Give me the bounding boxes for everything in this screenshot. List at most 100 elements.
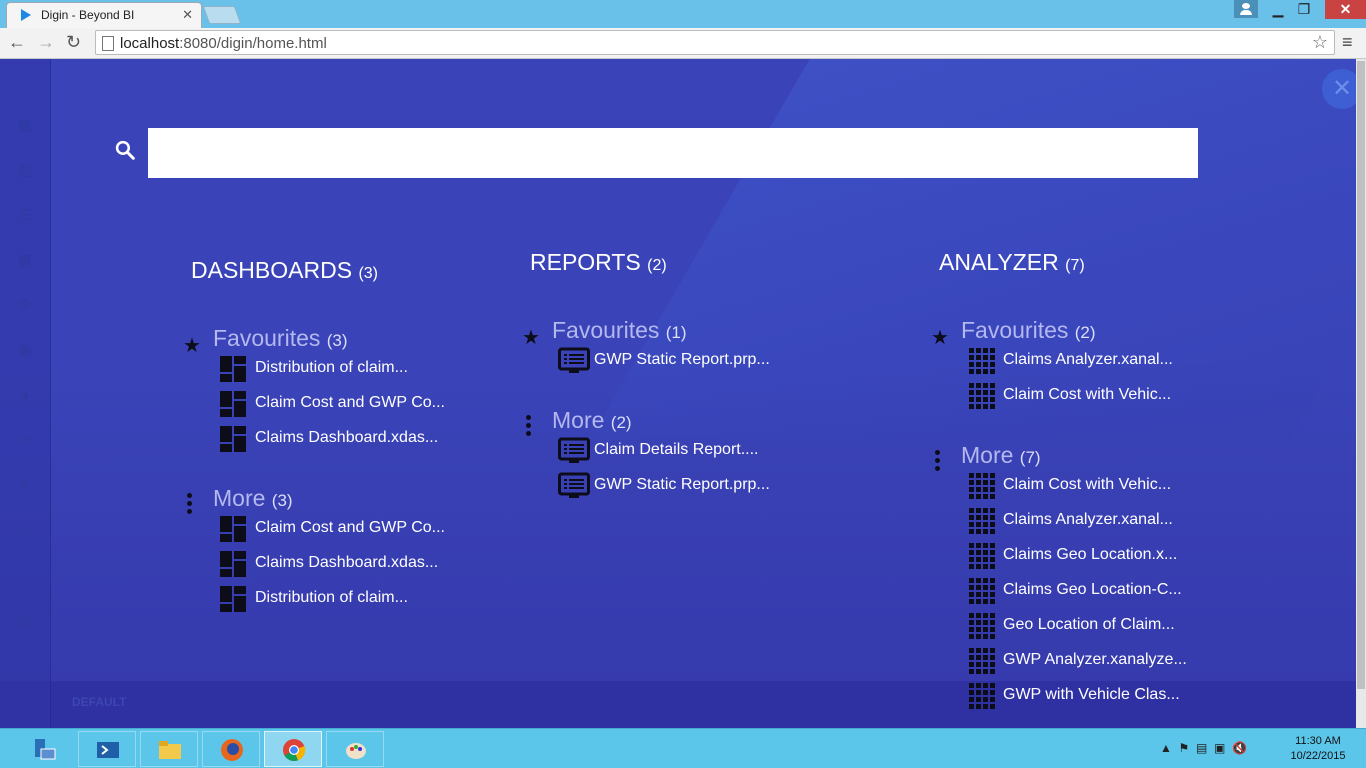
section-count: (7) xyxy=(1065,257,1085,274)
tab-close-icon[interactable]: ✕ xyxy=(182,7,193,23)
more-title[interactable]: More (7) xyxy=(961,442,1041,469)
star-icon: ★ xyxy=(522,327,540,349)
result-item-label: GWP with Vehicle Clas... xyxy=(1003,686,1180,703)
grid-icon xyxy=(967,472,995,500)
taskbar-chrome[interactable] xyxy=(264,731,322,767)
sidebar-footer-label: DEFAULT xyxy=(72,695,127,709)
grid-icon xyxy=(967,507,995,535)
taskbar-server-manager[interactable] xyxy=(16,731,74,767)
url-bar[interactable]: localhost:8080/digin/home.html ☆ xyxy=(95,30,1335,55)
more-title[interactable]: More (2) xyxy=(552,407,632,434)
help-circle-nav-icon[interactable]: ? xyxy=(17,658,33,674)
browser-menu-icon[interactable]: ≡ xyxy=(1342,32,1353,53)
background-shade xyxy=(0,359,1366,728)
section-count: (3) xyxy=(358,265,378,282)
taskbar-file-explorer[interactable] xyxy=(140,731,198,767)
dashboard-icon xyxy=(219,515,247,543)
more-label: More xyxy=(213,485,266,511)
more-label: More xyxy=(552,407,605,433)
taskbar-firefox[interactable] xyxy=(202,731,260,767)
favourites-label: Favourites xyxy=(552,317,660,343)
taskbar-clock[interactable]: 11:30 AM 10/22/2015 xyxy=(1286,734,1350,764)
taskbar-paint[interactable] xyxy=(326,731,384,767)
help-nav-icon[interactable]: ? xyxy=(17,568,33,584)
bookmark-star-icon[interactable]: ☆ xyxy=(1312,32,1328,53)
back-arrow-icon[interactable]: ← xyxy=(8,32,26,53)
report-icon xyxy=(558,472,590,500)
reload-icon[interactable]: ↻ xyxy=(66,32,81,53)
dashboard-icon xyxy=(219,425,247,453)
grid-icon xyxy=(967,612,995,640)
result-item-label: Claim Cost with Vehic... xyxy=(1003,386,1172,403)
favourites-label: Favourites xyxy=(961,317,1069,343)
server-manager-icon xyxy=(35,739,56,760)
windows-taskbar: ▲ ⚑ ▤ ▣ 🔇 11:30 AM 10/22/2015 xyxy=(0,728,1366,768)
palette-nav-icon[interactable]: ◕ xyxy=(17,388,33,404)
save-nav-icon[interactable]: ▣ xyxy=(17,343,33,359)
url-path: :8080/digin/home.html xyxy=(179,35,327,52)
minimize-window-button[interactable]: ▁ xyxy=(1265,0,1291,19)
favourites-label: Favourites xyxy=(213,325,321,351)
dashboard-icon xyxy=(219,585,247,613)
paint-palette-icon xyxy=(346,743,366,759)
result-item-label: Claim Cost with Vehic... xyxy=(1003,476,1172,493)
sort-nav-icon[interactable]: ⇅ xyxy=(17,478,33,494)
new-tab-button[interactable] xyxy=(202,6,242,24)
result-item-label: Claims Dashboard.xdas... xyxy=(255,429,439,446)
document-nav-icon[interactable]: ▤ xyxy=(17,163,33,179)
dashboard-nav-icon[interactable]: ▦ xyxy=(17,118,33,134)
section-title: DASHBOARDS xyxy=(191,257,353,283)
grid-icon xyxy=(967,382,995,410)
user-profile-icon[interactable] xyxy=(1234,0,1258,18)
browser-tab[interactable]: Digin - Beyond BI ✕ xyxy=(6,2,202,28)
forward-arrow-icon[interactable]: → xyxy=(37,32,55,53)
browser-titlebar: Digin - Beyond BI ✕ ▁ ❐ ✕ xyxy=(0,0,1366,28)
close-window-button[interactable]: ✕ xyxy=(1325,0,1366,19)
folder-icon xyxy=(159,741,181,759)
result-item-label: Claim Cost and GWP Co... xyxy=(255,394,445,411)
scrollbar[interactable] xyxy=(1356,59,1366,728)
result-item-label: Claims Geo Location.x... xyxy=(1003,546,1178,563)
widgets-nav-icon[interactable]: ▩ xyxy=(17,253,33,269)
favourites-count: (1) xyxy=(665,323,687,342)
app-viewport: ▦ ▤ ☰ ▩ ⚙ ▣ ◕ ⋖ ⇅ ▭ ? ▦ ? DEFAULT ✕ DASH… xyxy=(0,59,1366,728)
grid-icon xyxy=(967,577,995,605)
favourites-count: (2) xyxy=(1074,323,1096,342)
firefox-icon xyxy=(221,739,243,761)
monitor-nav-icon[interactable]: ▭ xyxy=(17,523,33,539)
share-nav-icon[interactable]: ⋖ xyxy=(17,433,33,449)
table-nav-icon[interactable]: ▦ xyxy=(17,613,33,629)
section-title: ANALYZER xyxy=(939,249,1059,275)
restore-window-button[interactable]: ❐ xyxy=(1291,0,1317,19)
more-title[interactable]: More (3) xyxy=(213,485,293,512)
section-heading: ANALYZER (7) xyxy=(939,249,1085,276)
more-count: (3) xyxy=(271,491,293,510)
dashboard-icon xyxy=(219,355,247,383)
url-text[interactable]: localhost:8080/digin/home.html xyxy=(120,35,327,52)
more-count: (2) xyxy=(610,413,632,432)
result-item-label: Claim Cost and GWP Co... xyxy=(255,519,445,536)
result-item-label: GWP Analyzer.xanalyze... xyxy=(1003,651,1187,668)
result-item-label: Claim Details Report.... xyxy=(594,441,759,458)
taskbar-powershell[interactable] xyxy=(78,731,136,767)
list-nav-icon[interactable]: ☰ xyxy=(17,208,33,224)
result-item-label: Distribution of claim... xyxy=(255,589,408,606)
system-tray-icons[interactable]: ▲ ⚑ ▤ ▣ 🔇 xyxy=(1160,741,1247,755)
powershell-icon xyxy=(97,742,119,758)
scrollbar-thumb[interactable] xyxy=(1357,61,1365,689)
sidebar: ▦ ▤ ☰ ▩ ⚙ ▣ ◕ ⋖ ⇅ ▭ ? ▦ ? xyxy=(0,59,51,728)
favourites-title[interactable]: Favourites (3) xyxy=(213,325,348,352)
browser-toolbar: ← → ↻ localhost:8080/digin/home.html ☆ ≡ xyxy=(0,28,1366,59)
tab-title: Digin - Beyond BI xyxy=(41,8,135,22)
favourites-title[interactable]: Favourites (1) xyxy=(552,317,687,344)
result-item-label: Geo Location of Claim... xyxy=(1003,616,1175,633)
favourites-count: (3) xyxy=(326,331,348,350)
settings-nav-icon[interactable]: ⚙ xyxy=(17,298,33,314)
more-count: (7) xyxy=(1019,448,1041,467)
favourites-title[interactable]: Favourites (2) xyxy=(961,317,1096,344)
grid-icon xyxy=(967,347,995,375)
more-vert-icon xyxy=(935,450,941,474)
grid-icon xyxy=(967,682,995,710)
search-input[interactable] xyxy=(148,128,1198,178)
chrome-icon xyxy=(283,739,306,762)
